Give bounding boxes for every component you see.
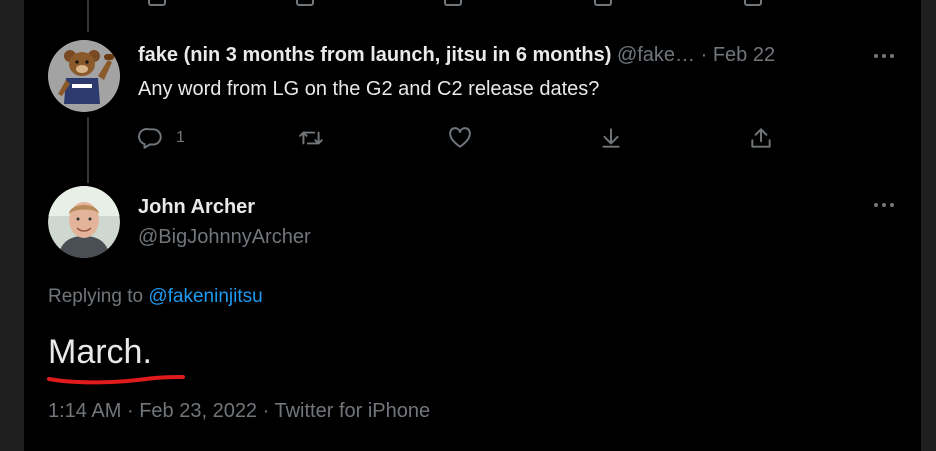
tweet-date[interactable]: Feb 22 xyxy=(713,44,775,66)
like-icon[interactable] xyxy=(444,0,462,6)
tweet-meta: 1:14 AM · Feb 23, 2022 · Twitter for iPh… xyxy=(48,400,430,423)
reply-header: fake (nin 3 months from launch, jitsu in… xyxy=(138,44,775,67)
reply-icon[interactable] xyxy=(148,0,166,6)
replying-prefix: Replying to xyxy=(48,286,144,307)
tweet-text: March. xyxy=(48,333,152,371)
tweet-panel: fake (nin 3 months from launch, jitsu in… xyxy=(24,0,921,451)
thread-line-bottom xyxy=(87,117,89,183)
more-icon[interactable] xyxy=(874,54,896,60)
profile-photo-icon xyxy=(48,186,120,258)
reply-count: 1 xyxy=(176,129,185,146)
download-icon[interactable] xyxy=(594,0,612,6)
author-name[interactable]: John Archer xyxy=(138,196,255,219)
more-icon[interactable] xyxy=(874,203,896,209)
display-name[interactable]: fake (nin 3 months from launch, jitsu in… xyxy=(138,44,611,66)
avatar[interactable] xyxy=(48,40,120,112)
handle[interactable]: @BigJohnnyArcher xyxy=(138,226,311,248)
thread-line-top xyxy=(87,0,89,32)
author-handle[interactable]: @BigJohnnyArcher xyxy=(138,226,311,249)
tweet-full-date[interactable]: Feb 23, 2022 xyxy=(139,400,257,422)
retweet-icon[interactable] xyxy=(296,0,314,6)
share-action[interactable] xyxy=(748,124,774,152)
retweet-action[interactable] xyxy=(298,124,324,152)
reply-action[interactable]: 1 xyxy=(138,124,185,152)
like-action[interactable] xyxy=(447,124,473,152)
display-name[interactable]: John Archer xyxy=(138,196,255,218)
red-underline-annotation xyxy=(47,375,185,385)
reply-text: Any word from LG on the G2 and C2 releas… xyxy=(138,78,600,100)
retweet-icon xyxy=(299,131,323,145)
handle[interactable]: @fake… xyxy=(617,44,695,66)
bear-mascot-avatar-icon xyxy=(48,40,120,112)
share-icon xyxy=(751,128,771,148)
like-icon xyxy=(449,127,471,148)
tweet-source[interactable]: Twitter for iPhone xyxy=(275,400,431,422)
reply-icon xyxy=(138,128,162,149)
download-action[interactable] xyxy=(598,124,624,152)
separator: · xyxy=(700,44,708,66)
avatar[interactable] xyxy=(48,186,120,258)
share-icon[interactable] xyxy=(744,0,762,6)
meta-separator: · xyxy=(126,400,134,422)
meta-separator: · xyxy=(262,400,270,422)
tweet-time[interactable]: 1:14 AM xyxy=(48,400,121,422)
download-icon xyxy=(602,128,620,148)
replying-to: Replying to @fakeninjitsu xyxy=(48,286,263,308)
replying-handle-link[interactable]: @fakeninjitsu xyxy=(148,286,262,307)
